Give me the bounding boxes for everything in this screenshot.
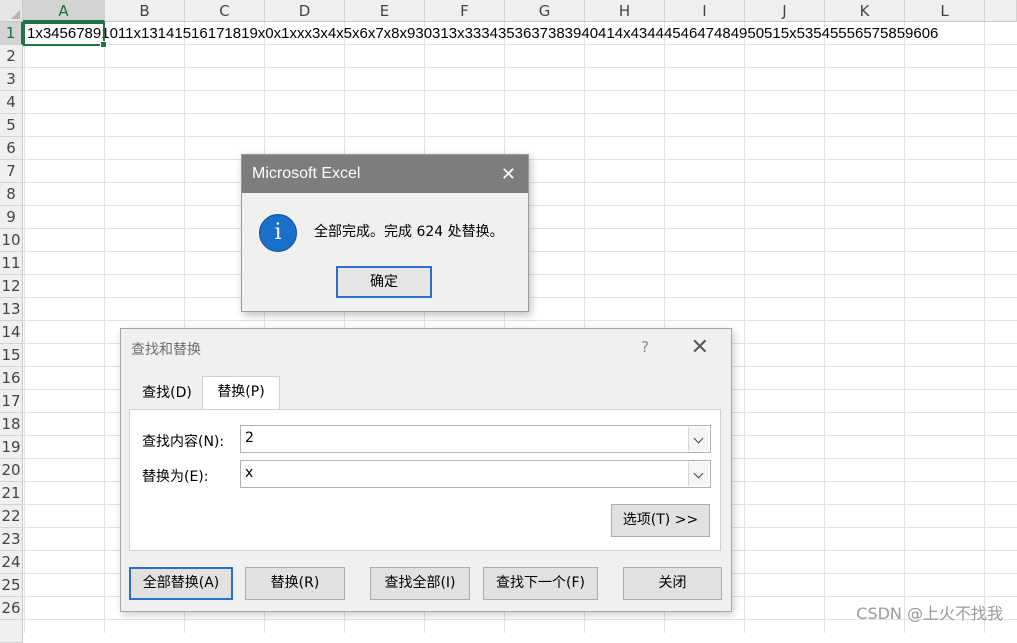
row-header-6[interactable]: 6: [0, 137, 23, 160]
message-box-titlebar: Microsoft Excel ✕: [242, 155, 528, 193]
row-header-9[interactable]: 9: [0, 206, 23, 229]
replace-with-combo[interactable]: x: [240, 460, 711, 488]
tab-replace[interactable]: 替换(P): [202, 376, 280, 411]
column-header-m[interactable]: [985, 0, 1017, 22]
chevron-down-icon[interactable]: [688, 427, 709, 451]
message-box-title: Microsoft Excel: [252, 165, 361, 182]
find-what-combo[interactable]: 2: [240, 425, 711, 453]
row-header-1[interactable]: 1: [0, 22, 23, 45]
column-header-k[interactable]: K: [825, 0, 905, 22]
replace-with-value[interactable]: x: [245, 465, 253, 481]
dialog-title: 查找和替换: [131, 342, 201, 358]
row-header-17[interactable]: 17: [0, 390, 23, 413]
tab-find[interactable]: 查找(D): [132, 378, 202, 409]
row-header-24[interactable]: 24: [0, 551, 23, 574]
ok-button[interactable]: 确定: [336, 266, 432, 298]
column-header-g[interactable]: G: [505, 0, 585, 22]
column-header-l[interactable]: L: [905, 0, 985, 22]
replace-all-button[interactable]: 全部替换(A): [129, 567, 233, 600]
close-icon[interactable]: ✕: [691, 335, 709, 360]
column-header-j[interactable]: J: [745, 0, 825, 22]
find-all-button[interactable]: 查找全部(I): [370, 567, 470, 600]
find-next-button[interactable]: 查找下一个(F): [483, 567, 598, 600]
close-button[interactable]: 关闭: [623, 567, 722, 600]
row-header-11[interactable]: 11: [0, 252, 23, 275]
row-header-15[interactable]: 15: [0, 344, 23, 367]
row-header-18[interactable]: 18: [0, 413, 23, 436]
row-header-2[interactable]: 2: [0, 45, 23, 68]
column-header-f[interactable]: F: [425, 0, 505, 22]
column-header-h[interactable]: H: [585, 0, 665, 22]
row-header-20[interactable]: 20: [0, 459, 23, 482]
column-header-a[interactable]: A: [23, 0, 105, 22]
chevron-down-icon[interactable]: [688, 462, 709, 486]
replace-panel: 查找内容(N): 2 替换为(E): x 选项(T) >>: [129, 409, 721, 551]
select-all-corner[interactable]: [0, 0, 23, 22]
column-header-e[interactable]: E: [345, 0, 425, 22]
replace-with-label: 替换为(E):: [142, 469, 209, 485]
row-header-16[interactable]: 16: [0, 367, 23, 390]
row-header-23[interactable]: 23: [0, 528, 23, 551]
row-header-8[interactable]: 8: [0, 183, 23, 206]
help-icon[interactable]: ?: [641, 338, 649, 356]
row-header-26[interactable]: 26: [0, 597, 23, 620]
column-header-i[interactable]: I: [665, 0, 745, 22]
message-box: Microsoft Excel ✕ i 全部完成。完成 624 处替换。 确定: [241, 154, 529, 312]
row-header-14[interactable]: 14: [0, 321, 23, 344]
row-header-5[interactable]: 5: [0, 114, 23, 137]
find-replace-dialog: 查找和替换 ? ✕ 查找(D) 替换(P) 查找内容(N): 2 替换为(E):…: [120, 328, 732, 612]
close-icon[interactable]: ✕: [501, 155, 516, 193]
column-header-d[interactable]: D: [265, 0, 345, 22]
row-header-13[interactable]: 13: [0, 298, 23, 321]
row-header-3[interactable]: 3: [0, 68, 23, 91]
row-header-27[interactable]: [0, 620, 23, 643]
row-header-10[interactable]: 10: [0, 229, 23, 252]
watermark: CSDN @上火不找我: [856, 604, 1003, 623]
find-what-label: 查找内容(N):: [142, 434, 225, 450]
replace-button[interactable]: 替换(R): [245, 567, 345, 600]
options-button[interactable]: 选项(T) >>: [611, 504, 710, 537]
info-icon: i: [259, 214, 297, 252]
row-header-21[interactable]: 21: [0, 482, 23, 505]
row-header-19[interactable]: 19: [0, 436, 23, 459]
message-text: 全部完成。完成 624 处替换。: [314, 224, 504, 240]
cell-a1[interactable]: 1x34567891011x131415161718​19x0x1xxx3x4x…: [23, 22, 1017, 45]
find-what-value[interactable]: 2: [245, 430, 254, 446]
row-header-7[interactable]: 7: [0, 160, 23, 183]
row-header-12[interactable]: 12: [0, 275, 23, 298]
column-header-c[interactable]: C: [185, 0, 265, 22]
column-header-b[interactable]: B: [105, 0, 185, 22]
row-header-25[interactable]: 25: [0, 574, 23, 597]
row-header-4[interactable]: 4: [0, 91, 23, 114]
active-cell-selector: [23, 22, 107, 48]
row-header-22[interactable]: 22: [0, 505, 23, 528]
